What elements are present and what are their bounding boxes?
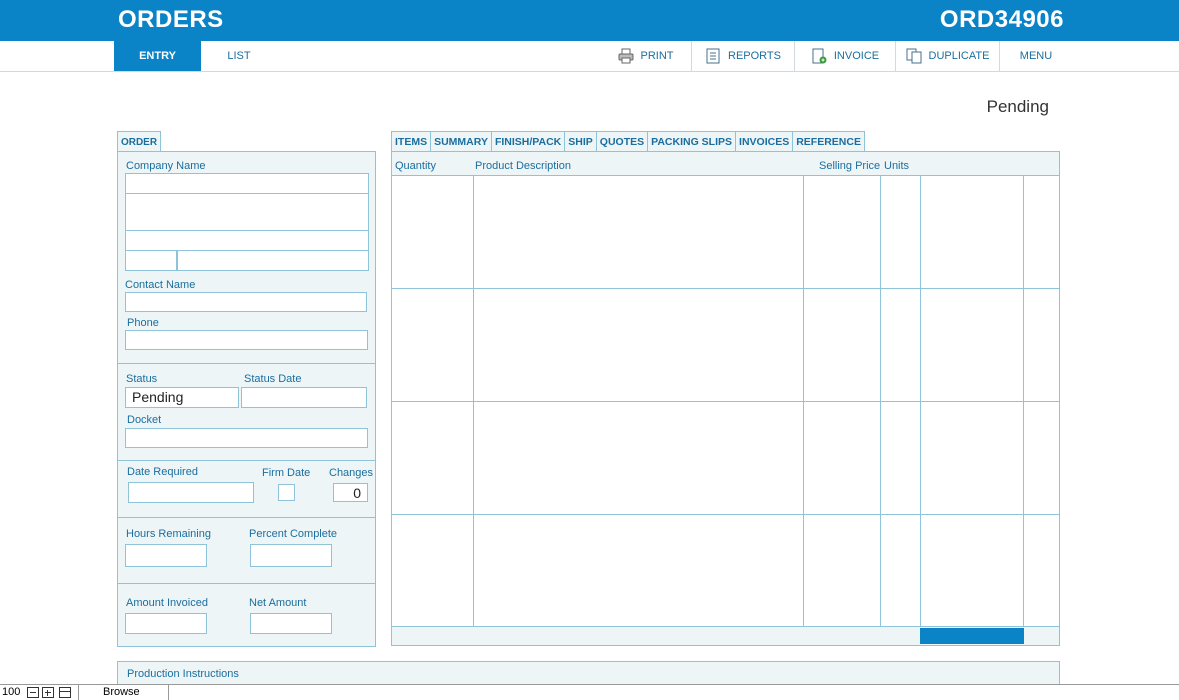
phone-label: Phone [127,317,159,329]
column-header-units: Units [884,160,910,172]
printer-icon [618,48,633,64]
tab-summary[interactable]: SUMMARY [430,131,492,152]
changes-label: Changes [329,467,374,479]
zoom-in-icon[interactable] [42,687,54,698]
divider [118,517,375,518]
column-header-quantity: Quantity [395,160,436,172]
grid-row-line [392,288,1059,289]
date-required-field[interactable] [128,482,254,503]
docket-label: Docket [127,414,162,426]
items-tabs: ITEMS SUMMARY FINISH/PACK SHIP QUOTES PA… [391,131,865,152]
navbar: ENTRY LIST PRINT REPORTS INVOICE DUPLICA… [0,41,1179,72]
status-bar: 100 Browse [0,684,1179,700]
tab-packing-slips[interactable]: PACKING SLIPS [647,131,737,152]
reports-button[interactable]: REPORTS [692,41,795,71]
toolbar-toggle-icon[interactable] [59,687,71,698]
total-bar [920,628,1024,644]
company-name-label: Company Name [126,160,206,172]
grid-row-line [392,401,1059,402]
divider [168,685,169,700]
status-field[interactable]: Pending [125,387,239,408]
percent-complete-label: Percent Complete [249,528,338,540]
divider [118,583,375,584]
tab-items[interactable]: ITEMS [391,131,432,152]
address-field[interactable] [125,194,369,231]
invoice-button[interactable]: INVOICE [795,41,896,71]
net-amount-label: Net Amount [249,597,307,609]
duplicate-icon [906,48,922,64]
status-date-label: Status Date [244,373,302,385]
zoom-out-icon[interactable] [27,687,39,698]
tab-invoices[interactable]: INVOICES [735,131,794,152]
order-panel: Company Name Contact Name Phone Status S… [117,151,376,647]
order-id: ORD34906 [939,6,1064,33]
docket-field[interactable] [125,428,368,448]
grid-row-line [392,514,1059,515]
amount-invoiced-label: Amount Invoiced [126,597,208,609]
hours-remaining-label: Hours Remaining [126,528,211,540]
tab-list[interactable]: LIST [201,41,277,71]
print-label: PRINT [640,50,674,62]
firm-date-label: Firm Date [262,467,311,479]
percent-complete-field[interactable] [250,544,332,567]
address-line2-field[interactable] [125,231,369,251]
app-title: ORDERS [118,6,224,33]
menu-label: MENU [1019,50,1053,62]
status-heading: Pending [986,97,1049,116]
column-header-product-description: Product Description [475,160,571,172]
tab-order[interactable]: ORDER [117,131,161,152]
invoice-label: INVOICE [833,50,880,62]
contact-name-field[interactable] [125,292,367,312]
tab-finish-pack[interactable]: FINISH/PACK [490,131,566,152]
net-amount-field[interactable] [250,613,332,634]
divider [118,363,375,364]
divider [118,460,375,461]
items-panel: Quantity Product Description Selling Pri… [391,151,1060,646]
menu-button[interactable]: MENU [1000,41,1072,71]
reports-label: REPORTS [728,50,781,62]
tab-entry[interactable]: ENTRY [114,41,201,71]
app-header: ORDERS ORD34906 [0,0,1179,41]
status-date-field[interactable] [241,387,367,408]
contact-name-label: Contact Name [125,279,196,291]
reports-icon [706,48,720,64]
hours-remaining-field[interactable] [125,544,207,567]
status-label: Status [126,373,158,385]
divider [78,685,79,700]
amount-invoiced-field[interactable] [125,613,207,634]
mode-indicator: Browse [103,686,140,698]
invoice-icon [812,48,827,64]
tab-ship[interactable]: SHIP [564,131,597,152]
date-required-label: Date Required [127,466,198,478]
duplicate-label: DUPLICATE [928,50,990,62]
column-header-selling-price: Selling Price [819,160,881,172]
duplicate-button[interactable]: DUPLICATE [896,41,1000,71]
city-field[interactable] [125,251,177,271]
company-name-field[interactable] [125,173,369,194]
changes-field[interactable]: 0 [333,483,368,502]
print-button[interactable]: PRINT [600,41,692,71]
zoom-level: 100 [2,686,21,698]
tab-reference[interactable]: REFERENCE [792,131,865,152]
region-field[interactable] [177,251,369,271]
production-instructions-label: Production Instructions [127,668,239,680]
items-grid[interactable] [392,175,1059,627]
phone-field[interactable] [125,330,368,350]
tab-quotes[interactable]: QUOTES [595,131,649,152]
firm-date-checkbox[interactable] [278,484,295,501]
